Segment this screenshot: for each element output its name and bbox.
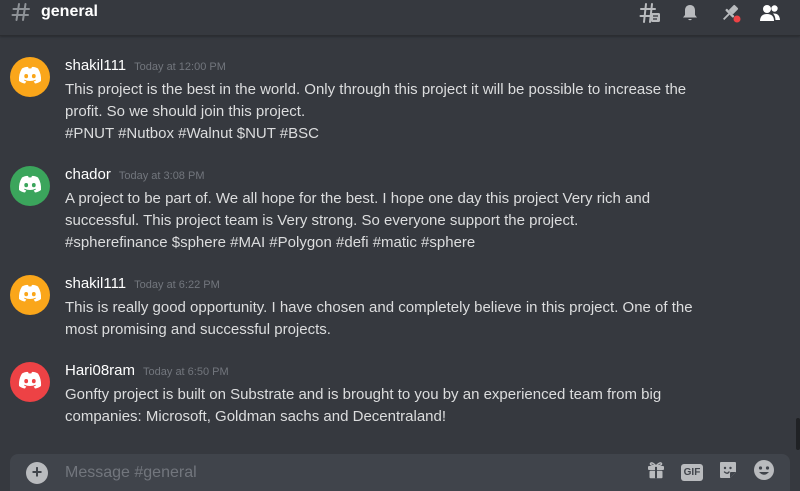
sticker-button[interactable] — [710, 460, 746, 484]
avatar[interactable] — [10, 166, 50, 206]
message-input[interactable] — [65, 457, 605, 488]
threads-icon — [639, 2, 661, 24]
gift-icon — [646, 460, 666, 485]
threads-button[interactable] — [630, 2, 670, 24]
username[interactable]: chador — [65, 166, 111, 183]
members-icon — [759, 3, 781, 23]
emoji-icon — [753, 459, 775, 486]
channel-name: general — [41, 2, 98, 20]
plus-icon: + — [31, 462, 43, 482]
hashtag-icon — [11, 1, 31, 23]
message-composer: + GIF — [10, 454, 790, 491]
message-line: successful. This project team is Very st… — [65, 212, 579, 229]
username[interactable]: shakil111 — [65, 275, 126, 292]
message-line: companies: Microsoft, Goldman sachs and … — [65, 408, 447, 425]
gift-button[interactable] — [638, 460, 674, 484]
pin-icon — [719, 2, 741, 24]
scrollbar[interactable] — [796, 418, 800, 450]
message-item: shakil111 Today at 6:22 PM This is reall… — [0, 275, 790, 343]
sticker-icon — [718, 460, 738, 485]
pinned-messages-button[interactable] — [710, 2, 750, 24]
timestamp[interactable]: Today at 6:22 PM — [134, 279, 220, 291]
message-line: This project is the best in the world. O… — [65, 81, 687, 98]
timestamp[interactable]: Today at 12:00 PM — [134, 61, 226, 73]
notifications-button[interactable] — [670, 2, 710, 24]
message-content: A project to be part of. We all hope for… — [65, 188, 755, 254]
message-line: most promising and successful projects. — [65, 321, 331, 338]
gif-icon: GIF — [680, 463, 704, 481]
message-line: A project to be part of. We all hope for… — [65, 190, 651, 207]
discord-logo-icon — [18, 371, 42, 394]
message-list: shakil111 Today at 12:00 PM This project… — [0, 37, 800, 449]
message-content: This is really good opportunity. I have … — [65, 297, 755, 341]
bell-icon — [680, 3, 700, 23]
message-line: This is really good opportunity. I have … — [65, 299, 693, 316]
avatar[interactable] — [10, 57, 50, 97]
message-content: Gonfty project is built on Substrate and… — [65, 384, 755, 428]
timestamp[interactable]: Today at 6:50 PM — [143, 366, 229, 378]
member-list-button[interactable] — [750, 2, 790, 24]
avatar[interactable] — [10, 275, 50, 315]
avatar[interactable] — [10, 362, 50, 402]
discord-logo-icon — [18, 66, 42, 89]
discord-logo-icon — [18, 284, 42, 307]
message-line: profit. So we should join this project. — [65, 103, 306, 120]
discord-logo-icon — [18, 175, 42, 198]
timestamp[interactable]: Today at 3:08 PM — [119, 170, 205, 182]
username[interactable]: shakil111 — [65, 57, 126, 74]
message-item: Hari08ram Today at 6:50 PM Gonfty projec… — [0, 362, 790, 430]
message-line: #PNUT #Nutbox #Walnut $NUT #BSC — [65, 125, 319, 142]
emoji-button[interactable] — [746, 459, 782, 486]
message-line: #spherefinance $sphere #MAI #Polygon #de… — [65, 234, 476, 251]
channel-header: general — [0, 0, 800, 36]
message-item: chador Today at 3:08 PM A project to be … — [0, 166, 790, 256]
gif-button[interactable]: GIF — [674, 460, 710, 484]
username[interactable]: Hari08ram — [65, 362, 135, 379]
message-line: Gonfty project is built on Substrate and… — [65, 386, 662, 403]
message-content: This project is the best in the world. O… — [65, 79, 755, 145]
header-toolbar — [630, 2, 790, 24]
upload-button[interactable]: + — [26, 461, 48, 484]
message-item: shakil111 Today at 12:00 PM This project… — [0, 57, 790, 147]
composer-toolbar: GIF — [638, 459, 782, 486]
